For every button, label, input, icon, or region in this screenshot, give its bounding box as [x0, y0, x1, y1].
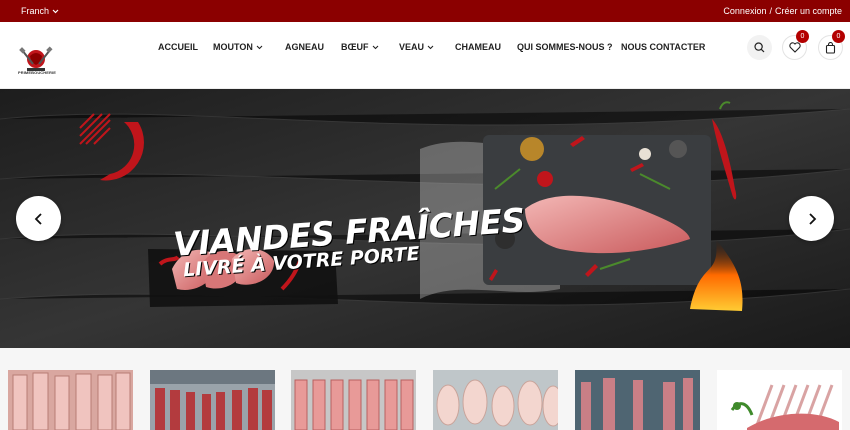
- category-image: [291, 370, 416, 430]
- cart-button[interactable]: 0: [818, 30, 845, 60]
- language-selector[interactable]: Franch: [21, 6, 59, 16]
- nav-item-agneau[interactable]: AGNEAU: [285, 42, 341, 52]
- nav-item-label: NOUS CONTACTER: [621, 42, 706, 52]
- nav-item-nous-contacter[interactable]: NOUS CONTACTER: [621, 42, 705, 52]
- nav-item-label: QUI SOMMES-NOUS ?: [517, 42, 613, 52]
- category-thumb-cold-room[interactable]: [575, 370, 700, 430]
- nav-item-mouton[interactable]: MOUTON: [213, 42, 285, 52]
- nav-item-accueil[interactable]: ACCUEIL: [158, 42, 213, 52]
- category-thumb-poultry-carcasses[interactable]: [433, 370, 558, 430]
- wishlist-button[interactable]: 0: [782, 30, 809, 60]
- category-image: [150, 370, 275, 430]
- category-thumb-beef-hall[interactable]: [150, 370, 275, 430]
- category-strip: [0, 348, 850, 430]
- wishlist-count-badge: 0: [796, 30, 809, 43]
- search-icon: [754, 42, 765, 53]
- brand-name: PRIMEBOUCHERIE: [17, 70, 57, 75]
- site-header: PRIMEBOUCHERIE ACCUEIL MOUTON AGNEAU BŒU…: [0, 22, 850, 89]
- nav-item-chameau[interactable]: CHAMEAU: [455, 42, 517, 52]
- slider-prev-button[interactable]: [16, 196, 61, 241]
- cart-count-badge: 0: [832, 30, 845, 43]
- hero-slider: VIANDES FRAÎCHES LIVRÉ À VOTRE PORTE: [0, 89, 850, 348]
- nav-item-label: AGNEAU: [285, 42, 325, 52]
- heart-icon: [788, 42, 801, 53]
- chevron-down-icon: [372, 45, 378, 49]
- chevron-down-icon: [427, 45, 434, 49]
- nav-item-label: MOUTON: [213, 42, 253, 52]
- language-label: Franch: [21, 6, 50, 16]
- register-link[interactable]: Créer un compte: [775, 6, 842, 16]
- top-bar: Franch Connexion / Créer un compte: [0, 0, 850, 22]
- chevron-down-icon: [256, 45, 263, 49]
- account-separator: /: [769, 6, 772, 16]
- category-image: [717, 370, 842, 430]
- nav-item-veau[interactable]: VEAU: [399, 42, 455, 52]
- category-thumb-lamb-rack[interactable]: [717, 370, 842, 430]
- nav-item-label: BŒUF: [341, 42, 369, 52]
- category-thumb-lamb-carcasses[interactable]: [8, 370, 133, 430]
- chevron-down-icon: [52, 9, 59, 13]
- nav-item-qui-sommes-nous[interactable]: QUI SOMMES-NOUS ?: [517, 42, 621, 52]
- slider-next-button[interactable]: [789, 196, 834, 241]
- nav-item-label: CHAMEAU: [455, 42, 501, 52]
- nav-item-label: VEAU: [399, 42, 425, 52]
- account-links: Connexion / Créer un compte: [723, 6, 842, 16]
- login-link[interactable]: Connexion: [723, 6, 766, 16]
- category-thumb-sheep-carcasses[interactable]: [291, 370, 416, 430]
- nav-item-boeuf[interactable]: BŒUF: [341, 42, 399, 52]
- category-image: [575, 370, 700, 430]
- nav-item-label: ACCUEIL: [158, 42, 198, 52]
- category-image: [8, 370, 133, 430]
- chevron-right-icon: [808, 212, 816, 225]
- main-nav: ACCUEIL MOUTON AGNEAU BŒUF VEAU CHAMEAU …: [158, 42, 705, 52]
- search-button[interactable]: [747, 35, 772, 60]
- category-image: [433, 370, 558, 430]
- bag-icon: [825, 41, 836, 54]
- chevron-left-icon: [34, 212, 42, 225]
